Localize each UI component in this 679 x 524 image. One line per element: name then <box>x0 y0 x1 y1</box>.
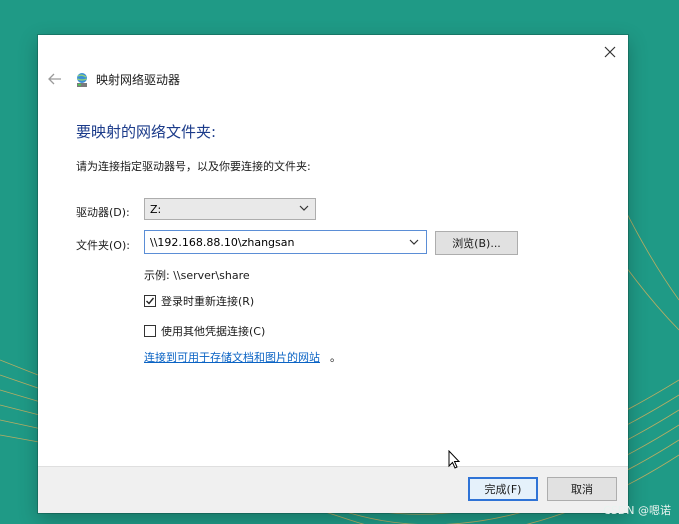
other-credentials-option[interactable]: 使用其他凭据连接(C) <box>144 323 265 339</box>
checkmark-icon <box>146 297 155 305</box>
example-text: 示例: \\server\share <box>144 269 250 282</box>
back-button[interactable] <box>46 71 64 87</box>
reconnect-checkbox[interactable] <box>144 295 156 307</box>
drive-letter-value: Z: <box>150 202 162 216</box>
folder-path-value: \\192.168.88.10\zhangsan <box>150 235 295 249</box>
chevron-down-icon[interactable] <box>408 236 420 248</box>
dialog-footer: 完成(F) 取消 <box>38 466 628 513</box>
chevron-down-icon <box>299 205 309 211</box>
close-button[interactable] <box>598 41 622 63</box>
instruction-text: 请为连接指定驱动器号，以及你要连接的文件夹: <box>76 160 311 173</box>
reconnect-option[interactable]: 登录时重新连接(R) <box>144 293 254 309</box>
wizard-title: 映射网络驱动器 <box>96 73 181 87</box>
wizard-title-row: 映射网络驱动器 <box>74 71 180 88</box>
cancel-button[interactable]: 取消 <box>547 477 617 501</box>
network-drive-icon <box>77 72 87 87</box>
drive-label: 驱动器(D): <box>76 206 130 219</box>
link-suffix: 。 <box>330 351 341 364</box>
watermark-text: CSDN @嗯诺 <box>603 504 671 517</box>
page-heading: 要映射的网络文件夹: <box>76 123 217 141</box>
drive-letter-select[interactable]: Z: <box>144 198 316 220</box>
storage-website-link[interactable]: 连接到可用于存储文档和图片的网站 <box>144 349 320 365</box>
reconnect-label: 登录时重新连接(R) <box>161 295 255 308</box>
other-credentials-label: 使用其他凭据连接(C) <box>161 325 266 338</box>
close-icon <box>604 46 616 58</box>
map-network-drive-dialog: 映射网络驱动器 要映射的网络文件夹: 请为连接指定驱动器号，以及你要连接的文件夹… <box>38 35 628 513</box>
browse-button[interactable]: 浏览(B)... <box>435 231 518 255</box>
finish-button[interactable]: 完成(F) <box>468 477 538 501</box>
back-arrow-icon <box>48 73 61 85</box>
folder-label: 文件夹(O): <box>76 239 130 252</box>
mouse-pointer-icon <box>448 450 461 469</box>
other-credentials-checkbox[interactable] <box>144 325 156 337</box>
folder-path-combobox[interactable]: \\192.168.88.10\zhangsan <box>144 230 427 254</box>
